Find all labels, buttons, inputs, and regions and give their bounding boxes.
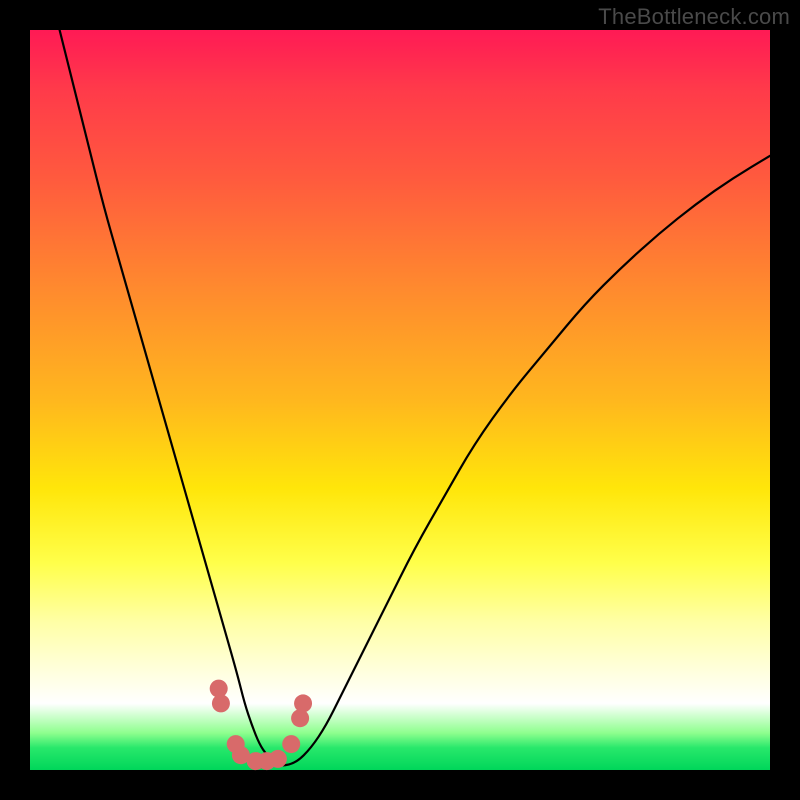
- curve-markers: [210, 680, 312, 771]
- marker-dot: [282, 735, 300, 753]
- marker-dot: [291, 709, 309, 727]
- marker-dot: [212, 694, 230, 712]
- chart-frame: TheBottleneck.com: [0, 0, 800, 800]
- marker-dot: [269, 750, 287, 768]
- curve-layer: [30, 30, 770, 770]
- plot-area: [30, 30, 770, 770]
- bottleneck-curve: [60, 30, 770, 765]
- marker-dot: [294, 694, 312, 712]
- watermark-text: TheBottleneck.com: [598, 4, 790, 30]
